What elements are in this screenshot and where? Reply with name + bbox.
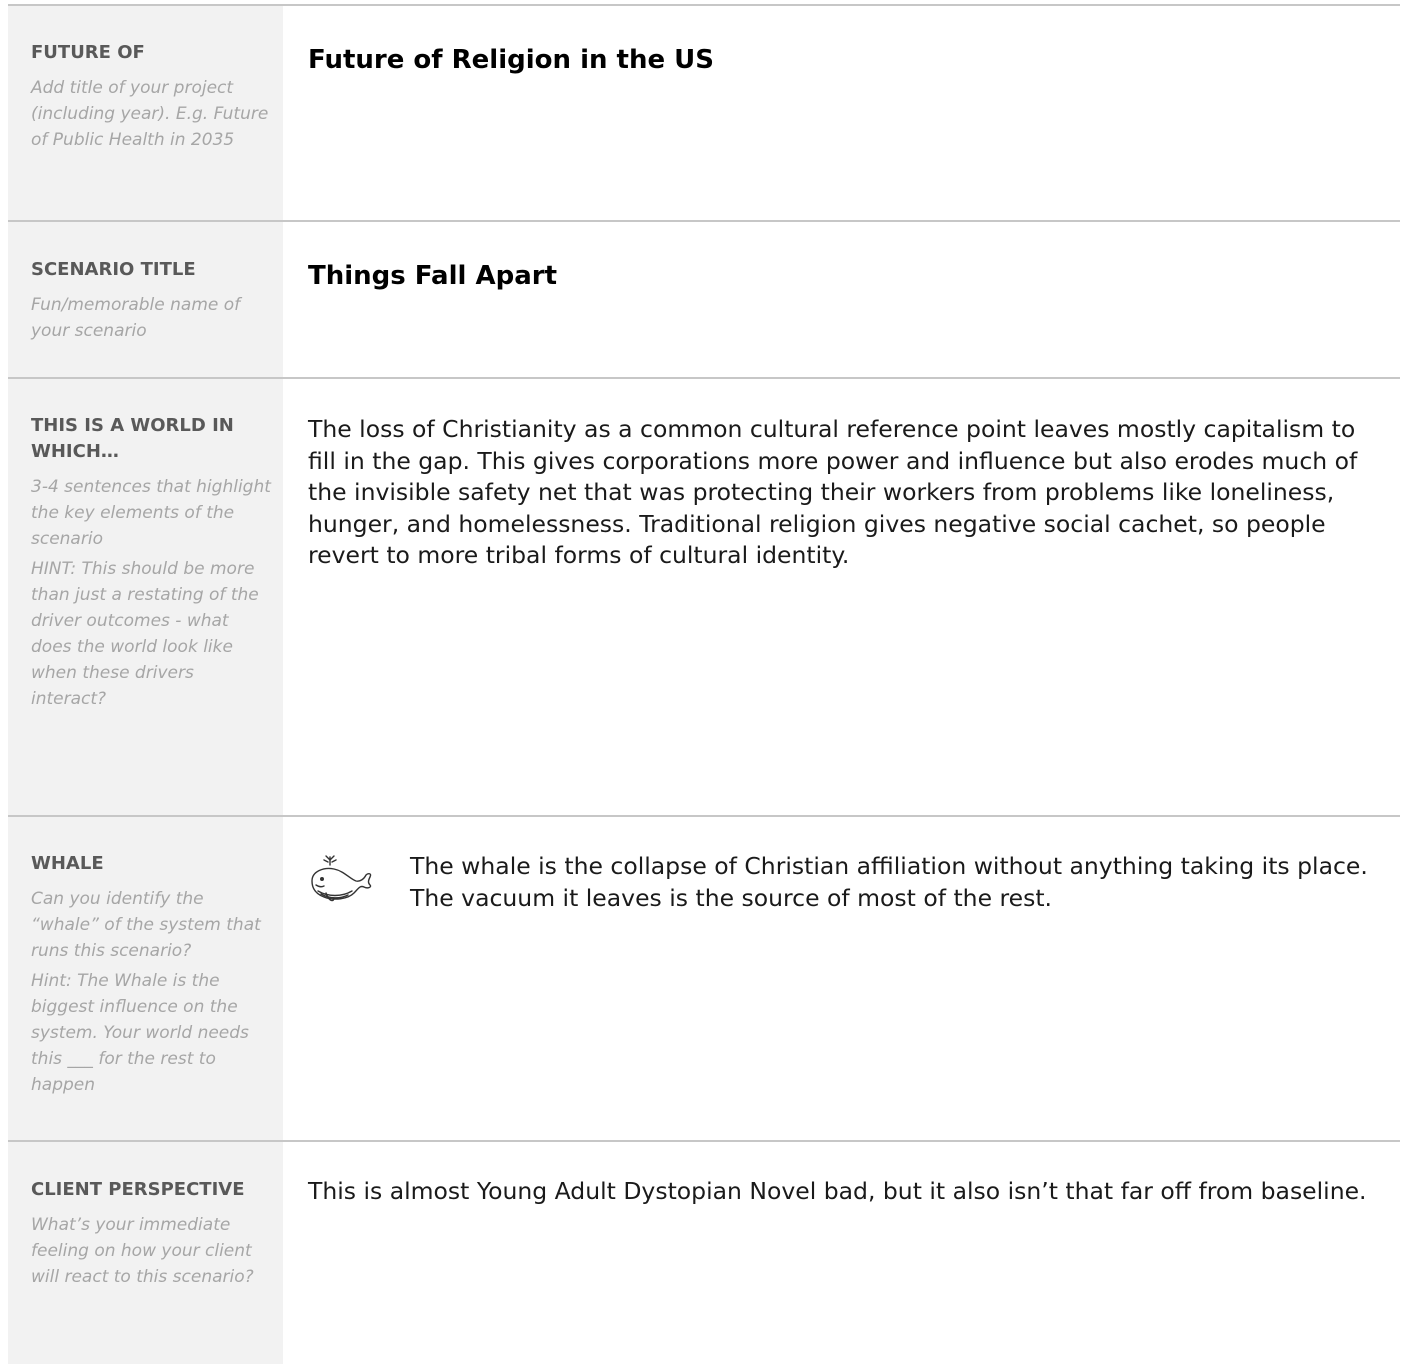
row-client-perspective: CLIENT PERSPECTIVE What’s your immediate… xyxy=(8,1140,1400,1364)
row-hint: What’s your immediate feeling on how you… xyxy=(31,1215,254,1287)
row-hint: Fun/memorable name of your scenario xyxy=(31,295,241,341)
row-hint: Add title of your project (including yea… xyxy=(31,78,269,150)
content-cell: This is almost Young Adult Dystopian Nov… xyxy=(283,1142,1400,1364)
content-cell: The loss of Christianity as a common cul… xyxy=(283,379,1400,817)
row-future-of: FUTURE OF Add title of your project (inc… xyxy=(8,4,1400,222)
whale-description[interactable]: The whale is the collapse of Christian a… xyxy=(410,851,1384,914)
project-title[interactable]: Future of Religion in the US xyxy=(308,43,1384,77)
row-hint: Hint: The Whale is the biggest influence… xyxy=(31,971,249,1095)
row-label: SCENARIO TITLE xyxy=(31,259,196,280)
row-label: CLIENT PERSPECTIVE xyxy=(31,1179,245,1200)
whale-icon xyxy=(304,851,374,911)
whale-content: The whale is the collapse of Christian a… xyxy=(308,851,1384,914)
content-cell: The whale is the collapse of Christian a… xyxy=(283,817,1400,1142)
row-hint: Can you identify the “whale” of the syst… xyxy=(31,889,261,961)
client-perspective[interactable]: This is almost Young Adult Dystopian Nov… xyxy=(308,1176,1384,1208)
row-label: FUTURE OF xyxy=(31,42,145,63)
content-cell: Things Fall Apart xyxy=(283,222,1400,379)
row-hint: HINT: This should be more than just a re… xyxy=(31,559,259,709)
label-cell: THIS IS A WORLD IN WHICH… 3-4 sentences … xyxy=(8,379,283,817)
row-whale: WHALE Can you identify the “whale” of th… xyxy=(8,815,1400,1142)
label-cell: SCENARIO TITLE Fun/memorable name of you… xyxy=(8,222,283,379)
scenario-title[interactable]: Things Fall Apart xyxy=(308,259,1384,293)
row-label: WHALE xyxy=(31,853,104,874)
label-cell: CLIENT PERSPECTIVE What’s your immediate… xyxy=(8,1142,283,1364)
row-scenario-title: SCENARIO TITLE Fun/memorable name of you… xyxy=(8,220,1400,379)
row-world-description: THIS IS A WORLD IN WHICH… 3-4 sentences … xyxy=(8,377,1400,817)
scenario-worksheet: FUTURE OF Add title of your project (inc… xyxy=(0,0,1400,1364)
world-description[interactable]: The loss of Christianity as a common cul… xyxy=(308,414,1384,572)
row-label: THIS IS A WORLD IN WHICH… xyxy=(31,415,234,462)
label-cell: FUTURE OF Add title of your project (inc… xyxy=(8,6,283,222)
content-cell: Future of Religion in the US xyxy=(283,6,1400,222)
row-hint: 3-4 sentences that highlight the key ele… xyxy=(31,477,271,549)
label-cell: WHALE Can you identify the “whale” of th… xyxy=(8,817,283,1142)
